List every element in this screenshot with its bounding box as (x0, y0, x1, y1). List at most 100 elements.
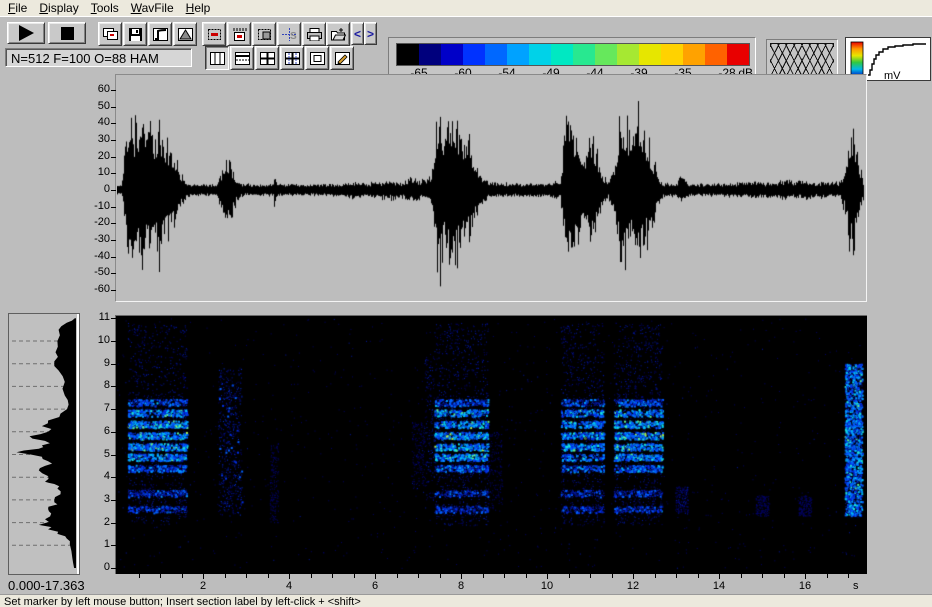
spectrogram-x-tick (655, 574, 656, 578)
colorbar-cell (507, 44, 529, 65)
spectrogram-x-tick (633, 574, 634, 579)
waveform-y-tick (111, 290, 116, 291)
menu-tools[interactable]: Tools (87, 1, 127, 16)
zoom-select-icon (257, 28, 272, 41)
spectrogram-x-tick (332, 574, 333, 578)
waveform-y-tick-label: -10 (72, 200, 110, 212)
waveform-y-tick-label: -30 (72, 233, 110, 245)
spectrogram-y-tick (111, 341, 116, 342)
print-button[interactable] (302, 22, 326, 46)
colorbar-cell (705, 44, 727, 65)
grid-horizontal-icon (235, 52, 250, 65)
colorbar-cell (441, 44, 463, 65)
copy-display-button[interactable] (98, 22, 122, 46)
spectrogram-x-tick-label: 12 (623, 580, 643, 592)
copy-display-icon (103, 28, 118, 41)
spectrogram-x-tick (612, 574, 613, 578)
colorbar-cell (463, 44, 485, 65)
next-button[interactable]: > (364, 22, 377, 45)
grid-vertical-button[interactable] (205, 46, 229, 70)
spectrogram-x-tick-label: 14 (709, 580, 729, 592)
fft-settings-field[interactable]: N=512 F=100 O=88 HAM (5, 48, 192, 67)
hatch-pattern-box[interactable] (766, 39, 838, 79)
waveform-unit-label: mV (884, 70, 901, 82)
menu-display[interactable]: Display (35, 1, 86, 16)
spectrogram-y-tick (111, 545, 116, 546)
spectrogram-y-tick-label: 6 (76, 425, 110, 437)
grid-cross-button[interactable] (255, 46, 279, 70)
waveform-y-tick (111, 273, 116, 274)
stop-button[interactable] (48, 22, 86, 44)
spectrogram-y-tick (111, 409, 116, 410)
window-function-button[interactable] (173, 22, 197, 46)
edit-pencil-button[interactable] (330, 46, 354, 70)
stop-icon (61, 27, 74, 40)
waveform-y-tick (111, 223, 116, 224)
inner-frame-icon (310, 52, 325, 65)
spectrogram-y-tick-label: 2 (76, 516, 110, 528)
average-spectrum-panel[interactable] (8, 313, 80, 575)
spectrogram-y-tick (111, 386, 116, 387)
spectrogram-y-tick-label: 11 (76, 311, 110, 323)
time-unit-label: s (853, 580, 859, 592)
colorbar-cell (573, 44, 595, 65)
spectrogram-x-tick (246, 574, 247, 578)
spectrogram-y-tick-label: 9 (76, 357, 110, 369)
menu-bar: File Display Tools WavFile Help (0, 0, 932, 17)
spectrogram-y-tick-label: 3 (76, 493, 110, 505)
spectrogram-y-tick (111, 364, 116, 365)
colorbar-gradient (396, 43, 750, 66)
grid-s-button[interactable]: S (277, 22, 301, 46)
menu-file[interactable]: File (4, 1, 35, 16)
section-label-button[interactable] (202, 22, 226, 46)
spectrogram-y-tick (111, 568, 116, 569)
grid-vertical-icon (210, 52, 225, 65)
waveform-y-tick-label: 30 (72, 133, 110, 145)
svg-text:S: S (290, 31, 297, 41)
waveform-y-tick (111, 190, 116, 191)
waveform-y-tick-label: -20 (72, 216, 110, 228)
average-spectrum-plot (10, 315, 78, 573)
spectrogram-x-tick (268, 574, 269, 578)
waveform-canvas[interactable] (117, 76, 865, 300)
section-label-icon (207, 28, 222, 41)
spectrogram-y-tick-label: 7 (76, 402, 110, 414)
spectrogram-x-tick-label: 10 (537, 580, 557, 592)
save-button[interactable] (123, 22, 147, 46)
ruler-marks-button[interactable] (227, 22, 251, 46)
play-button[interactable] (7, 22, 45, 44)
waveform-panel (115, 74, 867, 302)
prev-button[interactable]: < (351, 22, 364, 45)
spectrogram-x-tick (741, 574, 742, 578)
spectrogram-x-tick (375, 574, 376, 579)
inner-frame-button[interactable] (305, 46, 329, 70)
status-text: Set marker by left mouse button; Insert … (4, 596, 361, 607)
spectrogram-y-tick-label: 4 (76, 470, 110, 482)
spectrogram-x-tick (182, 574, 183, 578)
save-icon (128, 28, 143, 41)
open-file-button[interactable] (326, 22, 350, 46)
spectrogram-x-tick-label: 2 (193, 580, 213, 592)
transfer-curve-button[interactable] (148, 22, 172, 46)
grid-cross-alt-button[interactable] (280, 46, 304, 70)
waveform-y-tick (111, 140, 116, 141)
grid-s-icon: S (282, 28, 297, 41)
spectrogram-canvas[interactable] (117, 317, 865, 572)
zoom-select-button[interactable] (252, 22, 276, 46)
spectrogram-x-tick (289, 574, 290, 579)
grid-horizontal-button[interactable] (230, 46, 254, 70)
spectrogram-x-tick-label: 6 (365, 580, 385, 592)
crosshatch-icon (770, 43, 834, 75)
menu-help[interactable]: Help (182, 1, 219, 16)
waveform-y-tick-label: -50 (72, 266, 110, 278)
spectrogram-y-tick (111, 318, 116, 319)
spectrogram-x-tick (676, 574, 677, 578)
spectrogram-x-tick (698, 574, 699, 578)
waveform-y-tick-label: -60 (72, 283, 110, 295)
colorbar-cell (419, 44, 441, 65)
menu-wavfile[interactable]: WavFile (127, 1, 182, 16)
ruler-marks-icon (232, 28, 247, 41)
transfer-curve-icon (153, 28, 168, 41)
spectrogram-x-tick (311, 574, 312, 578)
waveform-y-tick-label: 40 (72, 116, 110, 128)
